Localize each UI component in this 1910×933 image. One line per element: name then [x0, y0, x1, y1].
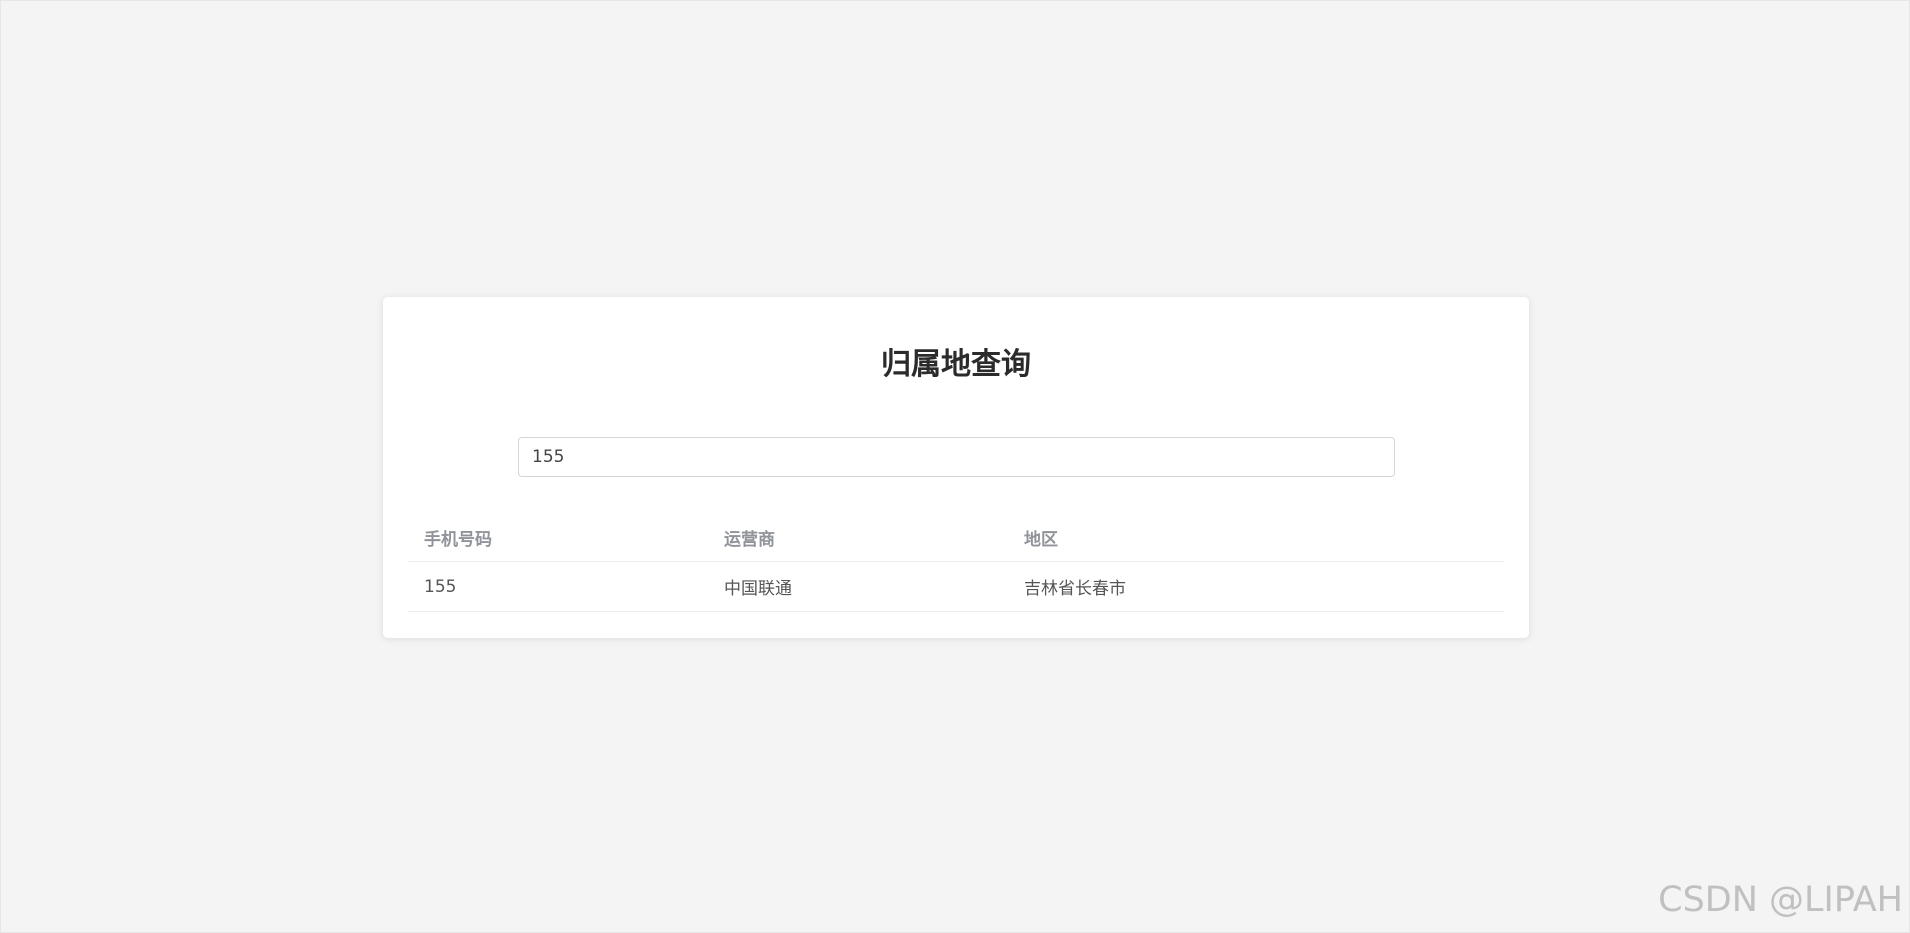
table-header-row: 手机号码 运营商 地区 — [408, 513, 1504, 562]
phone-search-input[interactable] — [518, 437, 1395, 477]
cell-region: 吉林省长春市 — [1008, 561, 1504, 612]
cell-carrier: 中国联通 — [708, 561, 1008, 612]
page-title: 归属地查询 — [881, 347, 1031, 382]
cell-phone: 155 — [408, 561, 708, 612]
results-table: 手机号码 运营商 地区 155 中国联通 吉林省长春市 — [408, 513, 1504, 612]
query-card: 归属地查询 手机号码 运营商 地区 155 中国联通 吉林省长春市 — [383, 297, 1529, 638]
column-header-phone: 手机号码 — [408, 513, 708, 562]
table-row: 155 中国联通 吉林省长春市 — [408, 561, 1504, 612]
column-header-carrier: 运营商 — [708, 513, 1008, 562]
watermark-text: CSDN @LIPAH — [1658, 880, 1903, 920]
column-header-region: 地区 — [1008, 513, 1504, 562]
